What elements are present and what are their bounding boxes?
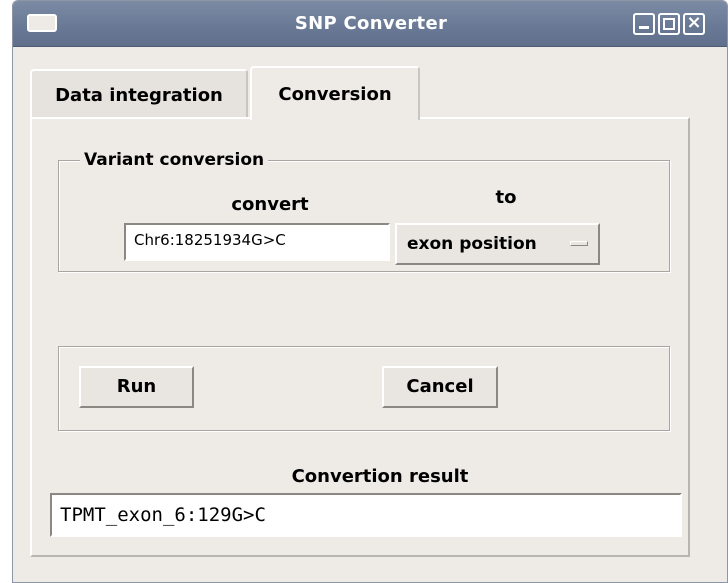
- cancel-button[interactable]: Cancel: [382, 366, 498, 408]
- title-bar[interactable]: SNP Converter ×: [13, 1, 727, 47]
- tab-data-integration[interactable]: Data integration: [30, 69, 248, 119]
- result-label: Convertion result: [291, 466, 469, 487]
- window-title: SNP Converter: [294, 13, 448, 34]
- option-menu-indicator-icon: [570, 241, 588, 246]
- variant-conversion-legend: Variant conversion: [80, 150, 269, 170]
- maximize-button[interactable]: [658, 13, 680, 35]
- to-label: to: [495, 187, 517, 208]
- close-button[interactable]: ×: [683, 12, 705, 35]
- maximize-icon: [663, 18, 675, 30]
- convert-label: convert: [231, 194, 309, 215]
- minimize-icon: [639, 26, 649, 29]
- close-icon: ×: [686, 12, 702, 33]
- result-field[interactable]: TPMT_exon_6:129G>C: [50, 493, 682, 537]
- run-button[interactable]: Run: [79, 366, 194, 408]
- tab-conversion[interactable]: Conversion: [250, 66, 420, 120]
- target-format-value: exon position: [407, 234, 537, 254]
- variant-input[interactable]: Chr6:18251934G>C: [124, 223, 390, 261]
- minimize-button[interactable]: [633, 13, 655, 35]
